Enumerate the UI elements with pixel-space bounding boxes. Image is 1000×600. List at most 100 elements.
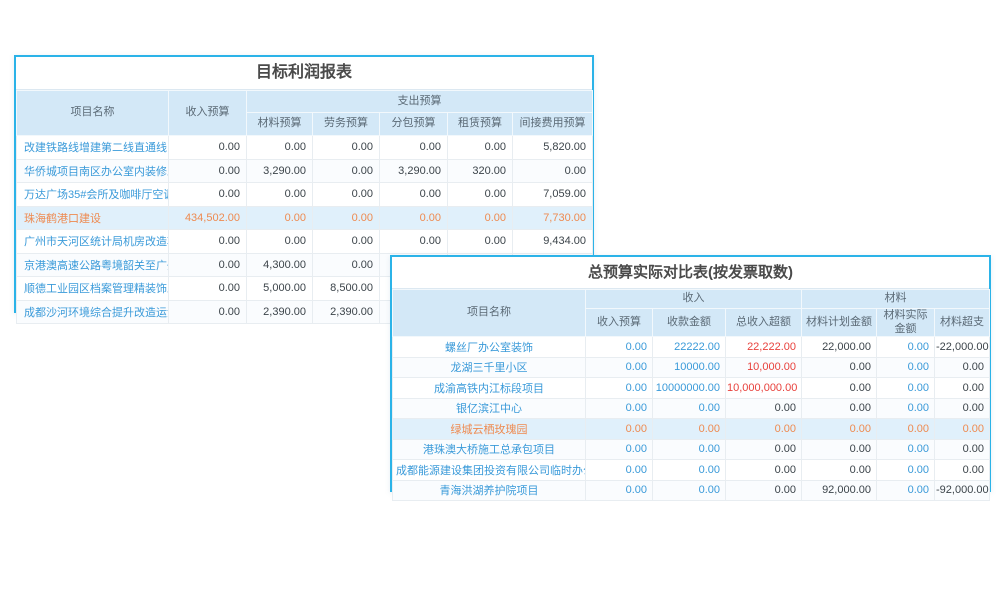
table-row[interactable]: 螺丝厂办公室装饰0.0022222.0022,222.0022,000.000.… (393, 337, 990, 358)
material-actual-link[interactable]: 0.00 (877, 337, 935, 358)
material-budget-cell: 3,290.00 (247, 159, 313, 183)
income-budget-cell: 0.00 (169, 230, 247, 254)
labor-budget-cell: 8,500.00 (313, 277, 380, 301)
budget-actual-table: 项目名称 收入 材料 收入预算 收款金额 总收入超额 材料计划金额 材料实际金额… (392, 289, 990, 501)
lease-budget-cell: 0.00 (448, 230, 513, 254)
material-plan-cell: 92,000.00 (802, 480, 877, 501)
material-budget-cell: 4,300.00 (247, 253, 313, 277)
received-amount-link[interactable]: 0.00 (653, 480, 726, 501)
received-amount-link[interactable]: 0.00 (653, 419, 726, 440)
table-row[interactable]: 青海洪湖养护院项目0.000.000.0092,000.000.00-92,00… (393, 480, 990, 501)
col-header-material-over: 材料超支 (935, 309, 990, 337)
project-name-link[interactable]: 港珠澳大桥施工总承包项目 (393, 439, 586, 460)
material-plan-cell: 0.00 (802, 398, 877, 419)
material-plan-cell: 22,000.00 (802, 337, 877, 358)
table-row[interactable]: 银亿滨江中心0.000.000.000.000.000.00 (393, 398, 990, 419)
col-header-lease-budget: 租赁预算 (448, 113, 513, 136)
income-budget-cell: 0.00 (169, 300, 247, 324)
labor-budget-cell: 0.00 (313, 230, 380, 254)
project-name-link[interactable]: 珠海鹤港口建设 (17, 206, 169, 230)
lease-budget-cell: 0.00 (448, 136, 513, 160)
project-name-link[interactable]: 广州市天河区统计局机房改造项目 (17, 230, 169, 254)
material-actual-link[interactable]: 0.00 (877, 419, 935, 440)
project-name-link[interactable]: 成渝高铁内江标段项目 (393, 378, 586, 399)
lease-budget-cell: 0.00 (448, 206, 513, 230)
table-row[interactable]: 华侨城项目南区办公室内装修工程0.003,290.000.003,290.003… (17, 159, 593, 183)
table-row[interactable]: 珠海鹤港口建设434,502.000.000.000.000.007,730.0… (17, 206, 593, 230)
project-name-link[interactable]: 成都能源建设集团投资有限公司临时办公场所装修工 (393, 460, 586, 481)
income-over-cell: 10,000,000.00 (726, 378, 802, 399)
col-header-income-over: 总收入超额 (726, 309, 802, 337)
col-header-indirect-budget: 间接费用预算 (513, 113, 593, 136)
income-budget-cell[interactable]: 0.00 (586, 439, 653, 460)
material-actual-link[interactable]: 0.00 (877, 439, 935, 460)
labor-budget-cell: 0.00 (313, 136, 380, 160)
income-budget-cell: 434,502.00 (169, 206, 247, 230)
table-row[interactable]: 成都能源建设集团投资有限公司临时办公场所装修工0.000.000.000.000… (393, 460, 990, 481)
income-budget-cell: 0.00 (169, 136, 247, 160)
material-actual-link[interactable]: 0.00 (877, 480, 935, 501)
project-name-link[interactable]: 青海洪湖养护院项目 (393, 480, 586, 501)
table-row[interactable]: 广州市天河区统计局机房改造项目0.000.000.000.000.009,434… (17, 230, 593, 254)
table-row[interactable]: 成渝高铁内江标段项目0.0010000000.0010,000,000.000.… (393, 378, 990, 399)
income-over-cell: 22,222.00 (726, 337, 802, 358)
material-budget-cell: 2,390.00 (247, 300, 313, 324)
project-name-link[interactable]: 龙湖三千里小区 (393, 357, 586, 378)
table-row[interactable]: 万达广场35#会所及咖啡厅空调安0.000.000.000.000.007,05… (17, 183, 593, 207)
window2-title: 总预算实际对比表(按发票取数) (392, 257, 989, 289)
income-over-cell: 0.00 (726, 398, 802, 419)
income-budget-cell[interactable]: 0.00 (586, 480, 653, 501)
income-budget-cell[interactable]: 0.00 (586, 460, 653, 481)
col-header-material-plan: 材料计划金额 (802, 309, 877, 337)
labor-budget-cell: 2,390.00 (313, 300, 380, 324)
lease-budget-cell: 320.00 (448, 159, 513, 183)
material-actual-link[interactable]: 0.00 (877, 357, 935, 378)
material-actual-link[interactable]: 0.00 (877, 398, 935, 419)
window1-title: 目标利润报表 (16, 57, 592, 90)
income-over-cell: 0.00 (726, 460, 802, 481)
material-budget-cell: 0.00 (247, 183, 313, 207)
material-actual-link[interactable]: 0.00 (877, 378, 935, 399)
col-header-received-amount: 收款金额 (653, 309, 726, 337)
project-name-link[interactable]: 万达广场35#会所及咖啡厅空调安 (17, 183, 169, 207)
material-over-cell: -92,000.00 (935, 480, 990, 501)
income-over-cell: 0.00 (726, 439, 802, 460)
received-amount-link[interactable]: 0.00 (653, 439, 726, 460)
income-over-cell: 0.00 (726, 480, 802, 501)
labor-budget-cell: 0.00 (313, 206, 380, 230)
project-name-link[interactable]: 银亿滨江中心 (393, 398, 586, 419)
income-budget-cell[interactable]: 0.00 (586, 357, 653, 378)
income-budget-cell: 0.00 (169, 159, 247, 183)
indirect-budget-cell: 5,820.00 (513, 136, 593, 160)
col-header-project: 项目名称 (393, 290, 586, 337)
material-plan-cell: 0.00 (802, 439, 877, 460)
material-budget-cell: 0.00 (247, 230, 313, 254)
col-header-income-budget: 收入预算 (586, 309, 653, 337)
income-budget-cell[interactable]: 0.00 (586, 419, 653, 440)
project-name-link[interactable]: 绿城云栖玫瑰园 (393, 419, 586, 440)
income-budget-cell[interactable]: 0.00 (586, 337, 653, 358)
received-amount-link[interactable]: 10000000.00 (653, 378, 726, 399)
project-name-link[interactable]: 螺丝厂办公室装饰 (393, 337, 586, 358)
received-amount-link[interactable]: 0.00 (653, 398, 726, 419)
labor-budget-cell: 0.00 (313, 253, 380, 277)
material-actual-link[interactable]: 0.00 (877, 460, 935, 481)
project-name-link[interactable]: 顺德工业园区档案管理精装饰工程 (17, 277, 169, 301)
project-name-link[interactable]: 华侨城项目南区办公室内装修工程 (17, 159, 169, 183)
income-budget-cell[interactable]: 0.00 (586, 398, 653, 419)
received-amount-link[interactable]: 22222.00 (653, 337, 726, 358)
received-amount-link[interactable]: 0.00 (653, 460, 726, 481)
table-row[interactable]: 绿城云栖玫瑰园0.000.000.000.000.000.00 (393, 419, 990, 440)
indirect-budget-cell: 9,434.00 (513, 230, 593, 254)
project-name-link[interactable]: 改建铁路线增建第二线直通线（成 (17, 136, 169, 160)
project-name-link[interactable]: 成都沙河环境综合提升改造运河拆 (17, 300, 169, 324)
project-name-link[interactable]: 京港澳高速公路粤境韶关至广州互 (17, 253, 169, 277)
col-header-labor-budget: 劳务预算 (313, 113, 380, 136)
table-row[interactable]: 改建铁路线增建第二线直通线（成0.000.000.000.000.005,820… (17, 136, 593, 160)
received-amount-link[interactable]: 10000.00 (653, 357, 726, 378)
table-row[interactable]: 港珠澳大桥施工总承包项目0.000.000.000.000.000.00 (393, 439, 990, 460)
table-row[interactable]: 龙湖三千里小区0.0010000.0010,000.000.000.000.00 (393, 357, 990, 378)
income-budget-cell[interactable]: 0.00 (586, 378, 653, 399)
material-over-cell: 0.00 (935, 398, 990, 419)
material-over-cell: 0.00 (935, 357, 990, 378)
